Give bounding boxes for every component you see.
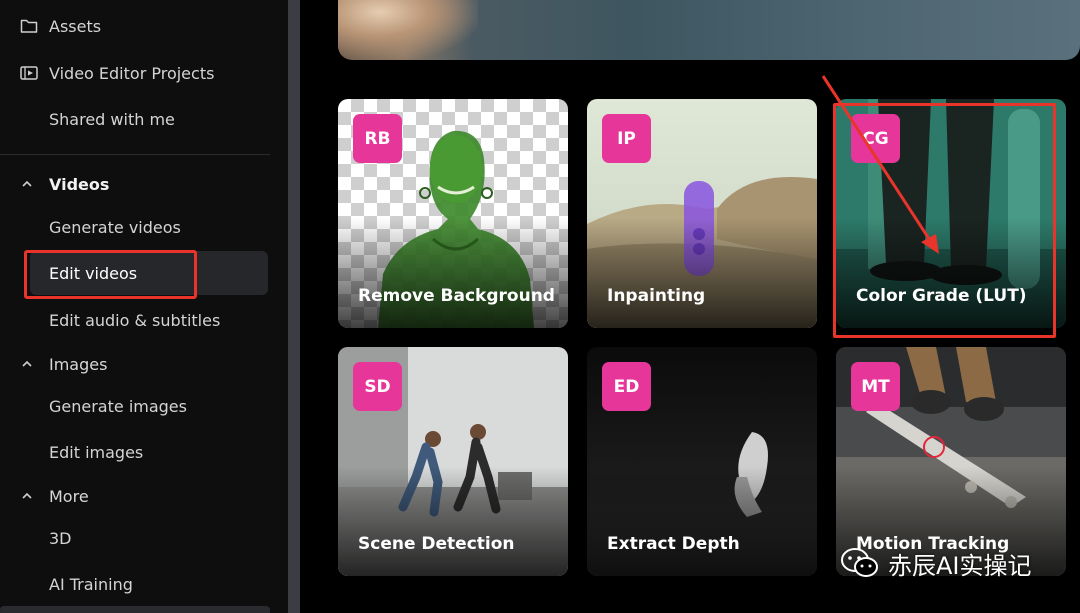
- tool-card-remove-background[interactable]: RB Remove Background: [338, 99, 568, 328]
- sidebar-item-label: Generate videos: [49, 217, 181, 237]
- card-title: Scene Detection: [358, 534, 515, 554]
- chevron-up-icon: [22, 492, 32, 499]
- wechat-icon: [841, 548, 878, 577]
- sidebar-item-label: AI Training: [49, 574, 133, 594]
- sidebar-item-generate-images[interactable]: Generate images: [0, 384, 270, 428]
- tool-card-motion-tracking[interactable]: MT Motion Tracking: [836, 347, 1066, 576]
- tool-card-extract-depth[interactable]: ED Extract Depth: [587, 347, 817, 576]
- sidebar-item-label: Generate images: [49, 396, 187, 416]
- card-badge: IP: [602, 114, 651, 163]
- sidebar-item-label: Shared with me: [49, 109, 175, 129]
- chevron-up-icon: [22, 180, 32, 187]
- card-title: Extract Depth: [607, 534, 740, 554]
- sidebar-item-label: 3D: [49, 528, 72, 548]
- sidebar-divider: [0, 154, 270, 155]
- card-title: Inpainting: [607, 286, 706, 306]
- sidebar-item-edit-audio-subtitles[interactable]: Edit audio & subtitles: [0, 298, 270, 342]
- watermark-text: 赤辰AI实操记: [888, 551, 1032, 580]
- watermark: 赤辰AI实操记: [840, 543, 1032, 583]
- tool-card-inpainting[interactable]: IP Inpainting: [587, 99, 817, 328]
- hero-banner-image: [338, 0, 1080, 60]
- sidebar-item-assets[interactable]: Assets: [0, 4, 270, 48]
- sidebar-item-video-editor-projects[interactable]: Video Editor Projects: [0, 51, 270, 95]
- section-label: Images: [49, 354, 108, 374]
- sidebar-item-label: Video Editor Projects: [49, 63, 215, 83]
- annotation-highlight-box: [24, 250, 197, 299]
- card-badge: RB: [353, 114, 402, 163]
- folder-icon: [19, 16, 39, 36]
- sidebar-item-label: Edit audio & subtitles: [49, 310, 221, 330]
- sidebar-item-label: Edit images: [49, 442, 144, 462]
- sidebar-item-3d[interactable]: 3D: [0, 516, 270, 560]
- section-label: More: [49, 486, 89, 506]
- sidebar-footer-edge: [0, 606, 270, 613]
- card-badge: SD: [353, 362, 402, 411]
- section-toggle-more[interactable]: More: [0, 478, 270, 514]
- chevron-up-icon: [22, 360, 32, 367]
- card-badge: ED: [602, 362, 651, 411]
- section-label: Videos: [49, 174, 110, 194]
- video-editor-icon: [19, 63, 39, 83]
- section-toggle-videos[interactable]: Videos: [0, 166, 270, 202]
- sidebar-item-edit-images[interactable]: Edit images: [0, 430, 270, 474]
- section-toggle-images[interactable]: Images: [0, 346, 270, 382]
- annotation-arrow-icon: [821, 75, 939, 254]
- sidebar: Assets Video Editor Projects Shared with…: [0, 0, 288, 613]
- sidebar-item-label: Assets: [49, 16, 102, 36]
- sidebar-item-ai-training[interactable]: AI Training: [0, 562, 270, 606]
- card-title: Remove Background: [358, 286, 555, 306]
- tool-card-scene-detection[interactable]: SD Scene Detection: [338, 347, 568, 576]
- sidebar-scrollbar[interactable]: [288, 0, 300, 613]
- sidebar-item-shared-with-me[interactable]: Shared with me: [0, 97, 270, 141]
- sidebar-item-generate-videos[interactable]: Generate videos: [0, 205, 270, 249]
- card-badge: MT: [851, 362, 900, 411]
